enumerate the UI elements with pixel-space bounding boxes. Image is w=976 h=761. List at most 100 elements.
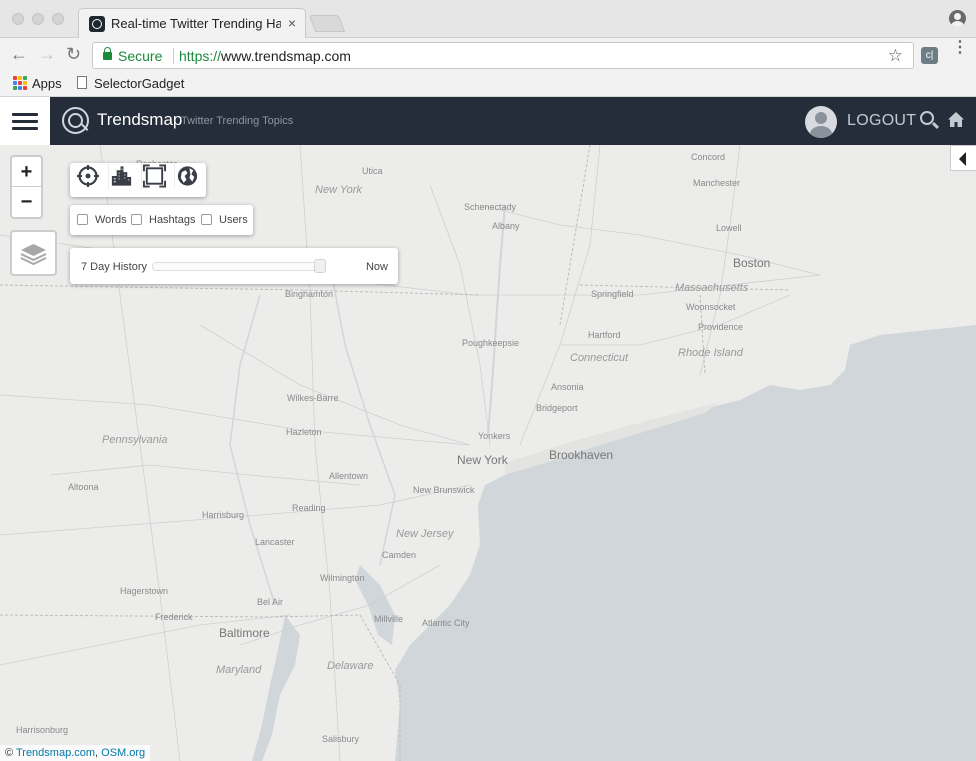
map-place-label: Hartford	[588, 330, 621, 340]
bookmark-apps[interactable]: Apps	[32, 76, 62, 91]
map-place-label: Concord	[691, 152, 726, 162]
secure-label: Secure	[118, 48, 163, 64]
zoom-control: + −	[10, 155, 43, 219]
side-panel-toggle-button[interactable]	[950, 145, 976, 171]
map-place-label: Albany	[492, 221, 520, 231]
locate-icon[interactable]	[75, 163, 101, 189]
map-place-label: Camden	[382, 550, 417, 560]
hashtags-label[interactable]: Hashtags	[149, 214, 195, 226]
zoom-out-button[interactable]: −	[12, 187, 41, 217]
map-place-label: Springfield	[591, 289, 634, 299]
hamburger-menu-button[interactable]	[0, 97, 50, 145]
map-canvas[interactable]: RochesterUticaNew YorkSchenectadyAlbanyC…	[0, 145, 976, 761]
url-text: https://www.trendsmap.com	[179, 48, 351, 64]
map-place-label: Harrisburg	[202, 510, 245, 520]
profile-icon[interactable]	[949, 10, 966, 27]
brand-name[interactable]: Trendsmap	[97, 110, 182, 130]
map-place-label: Frederick	[155, 612, 193, 622]
map-place-label: Millville	[374, 614, 403, 624]
map-place-label: Hazleton	[286, 427, 322, 437]
trendsmap-favicon-icon	[89, 16, 105, 32]
logout-link[interactable]: LOGOUT	[847, 112, 916, 130]
user-avatar[interactable]	[805, 106, 837, 138]
ocean	[395, 325, 976, 761]
map-place-label: New York	[457, 453, 508, 467]
browser-tab[interactable]: Real-time Twitter Trending Hashtags ×	[78, 8, 306, 38]
susquehanna-river	[229, 294, 276, 606]
map-place-label: Pennsylvania	[102, 434, 168, 446]
map-place-label: Wilmington	[320, 573, 365, 583]
map-place-label: Salisbury	[322, 734, 360, 744]
trend-filters: Words Hashtags Users	[70, 205, 253, 235]
map-place-label: Schenectady	[464, 202, 517, 212]
tab-close-icon[interactable]: ×	[288, 15, 296, 31]
close-window-button[interactable]	[12, 13, 24, 25]
history-panel: 7 Day History Now	[70, 248, 398, 284]
extension-icon[interactable]: c|	[921, 47, 938, 64]
hudson-river	[487, 204, 506, 436]
search-icon[interactable]	[920, 111, 934, 125]
brand-tagline: Twitter Trending Topics	[181, 115, 294, 127]
layers-button[interactable]	[10, 230, 57, 276]
map-place-label: Woonsocket	[686, 302, 736, 312]
url-separator	[173, 48, 174, 64]
home-icon[interactable]	[947, 111, 965, 129]
hamburger-line	[12, 113, 38, 116]
map-place-label: Wilkes-Barre	[287, 393, 339, 403]
trendsmap-logo-icon[interactable]	[62, 107, 89, 134]
browser-toolbar: ← → ↻ Secure https://www.trendsmap.com ☆…	[0, 38, 976, 72]
apps-grid-dot	[18, 81, 22, 85]
apps-grid-icon[interactable]	[13, 76, 27, 90]
new-tab-button[interactable]	[308, 15, 346, 32]
bookmark-selectorgadget[interactable]: SelectorGadget	[94, 76, 184, 91]
globe-icon[interactable]	[174, 163, 200, 189]
apps-grid-dot	[23, 76, 27, 80]
fullscreen-icon[interactable]	[141, 163, 167, 189]
users-checkbox[interactable]	[201, 214, 212, 225]
map-place-label: Delaware	[327, 660, 374, 672]
browser-menu-icon[interactable]: ⋮	[952, 40, 968, 56]
users-label[interactable]: Users	[219, 214, 248, 226]
minimize-window-button[interactable]	[32, 13, 44, 25]
hamburger-line	[12, 120, 38, 123]
map-place-label: Hagerstown	[120, 586, 169, 596]
map-place-label: Reading	[292, 503, 326, 513]
map-place-label: Lowell	[716, 223, 742, 233]
map-place-label: Bel Air	[257, 597, 284, 607]
map-place-label: Yonkers	[478, 431, 511, 441]
words-label[interactable]: Words	[95, 214, 127, 226]
app-header: Trendsmap Twitter Trending Topics LOGOUT	[0, 97, 976, 145]
forward-button[interactable]: →	[38, 44, 56, 64]
tab-strip: Real-time Twitter Trending Hashtags ×	[0, 0, 976, 38]
history-slider-handle[interactable]	[314, 259, 326, 273]
lock-icon	[103, 47, 112, 60]
apps-grid-dot	[18, 76, 22, 80]
map-place-label: Manchester	[693, 178, 741, 188]
address-bar[interactable]: Secure https://www.trendsmap.com ☆	[92, 42, 914, 69]
url-host: www.trendsmap.com	[221, 48, 351, 64]
apps-grid-dot	[23, 86, 27, 90]
map-place-label: Allentown	[329, 471, 369, 481]
map-place-label: Poughkeepsie	[462, 338, 520, 348]
history-slider[interactable]	[152, 262, 324, 271]
map-place-label: New Brunswick	[413, 485, 475, 495]
map-toolbox	[70, 163, 206, 197]
back-button[interactable]: ←	[10, 44, 28, 64]
hashtags-checkbox[interactable]	[131, 214, 142, 225]
map-place-label: Binghamton	[285, 289, 334, 299]
delaware-river	[329, 264, 396, 566]
trendsmap-link[interactable]: Trendsmap.com	[16, 747, 95, 759]
map-place-label: Rhode Island	[678, 347, 743, 359]
apps-grid-dot	[13, 86, 17, 90]
osm-link[interactable]: OSM.org	[101, 747, 145, 759]
map-place-label: Maryland	[216, 664, 262, 676]
map-place-label: Ansonia	[551, 382, 584, 392]
hamburger-line	[12, 127, 38, 130]
bookmark-star-icon[interactable]: ☆	[888, 46, 903, 66]
zoom-window-button[interactable]	[52, 13, 64, 25]
city-icon[interactable]	[108, 163, 134, 189]
map-place-label: Utica	[362, 166, 383, 176]
reload-button[interactable]: ↻	[66, 44, 81, 64]
words-checkbox[interactable]	[77, 214, 88, 225]
zoom-in-button[interactable]: +	[12, 157, 41, 187]
